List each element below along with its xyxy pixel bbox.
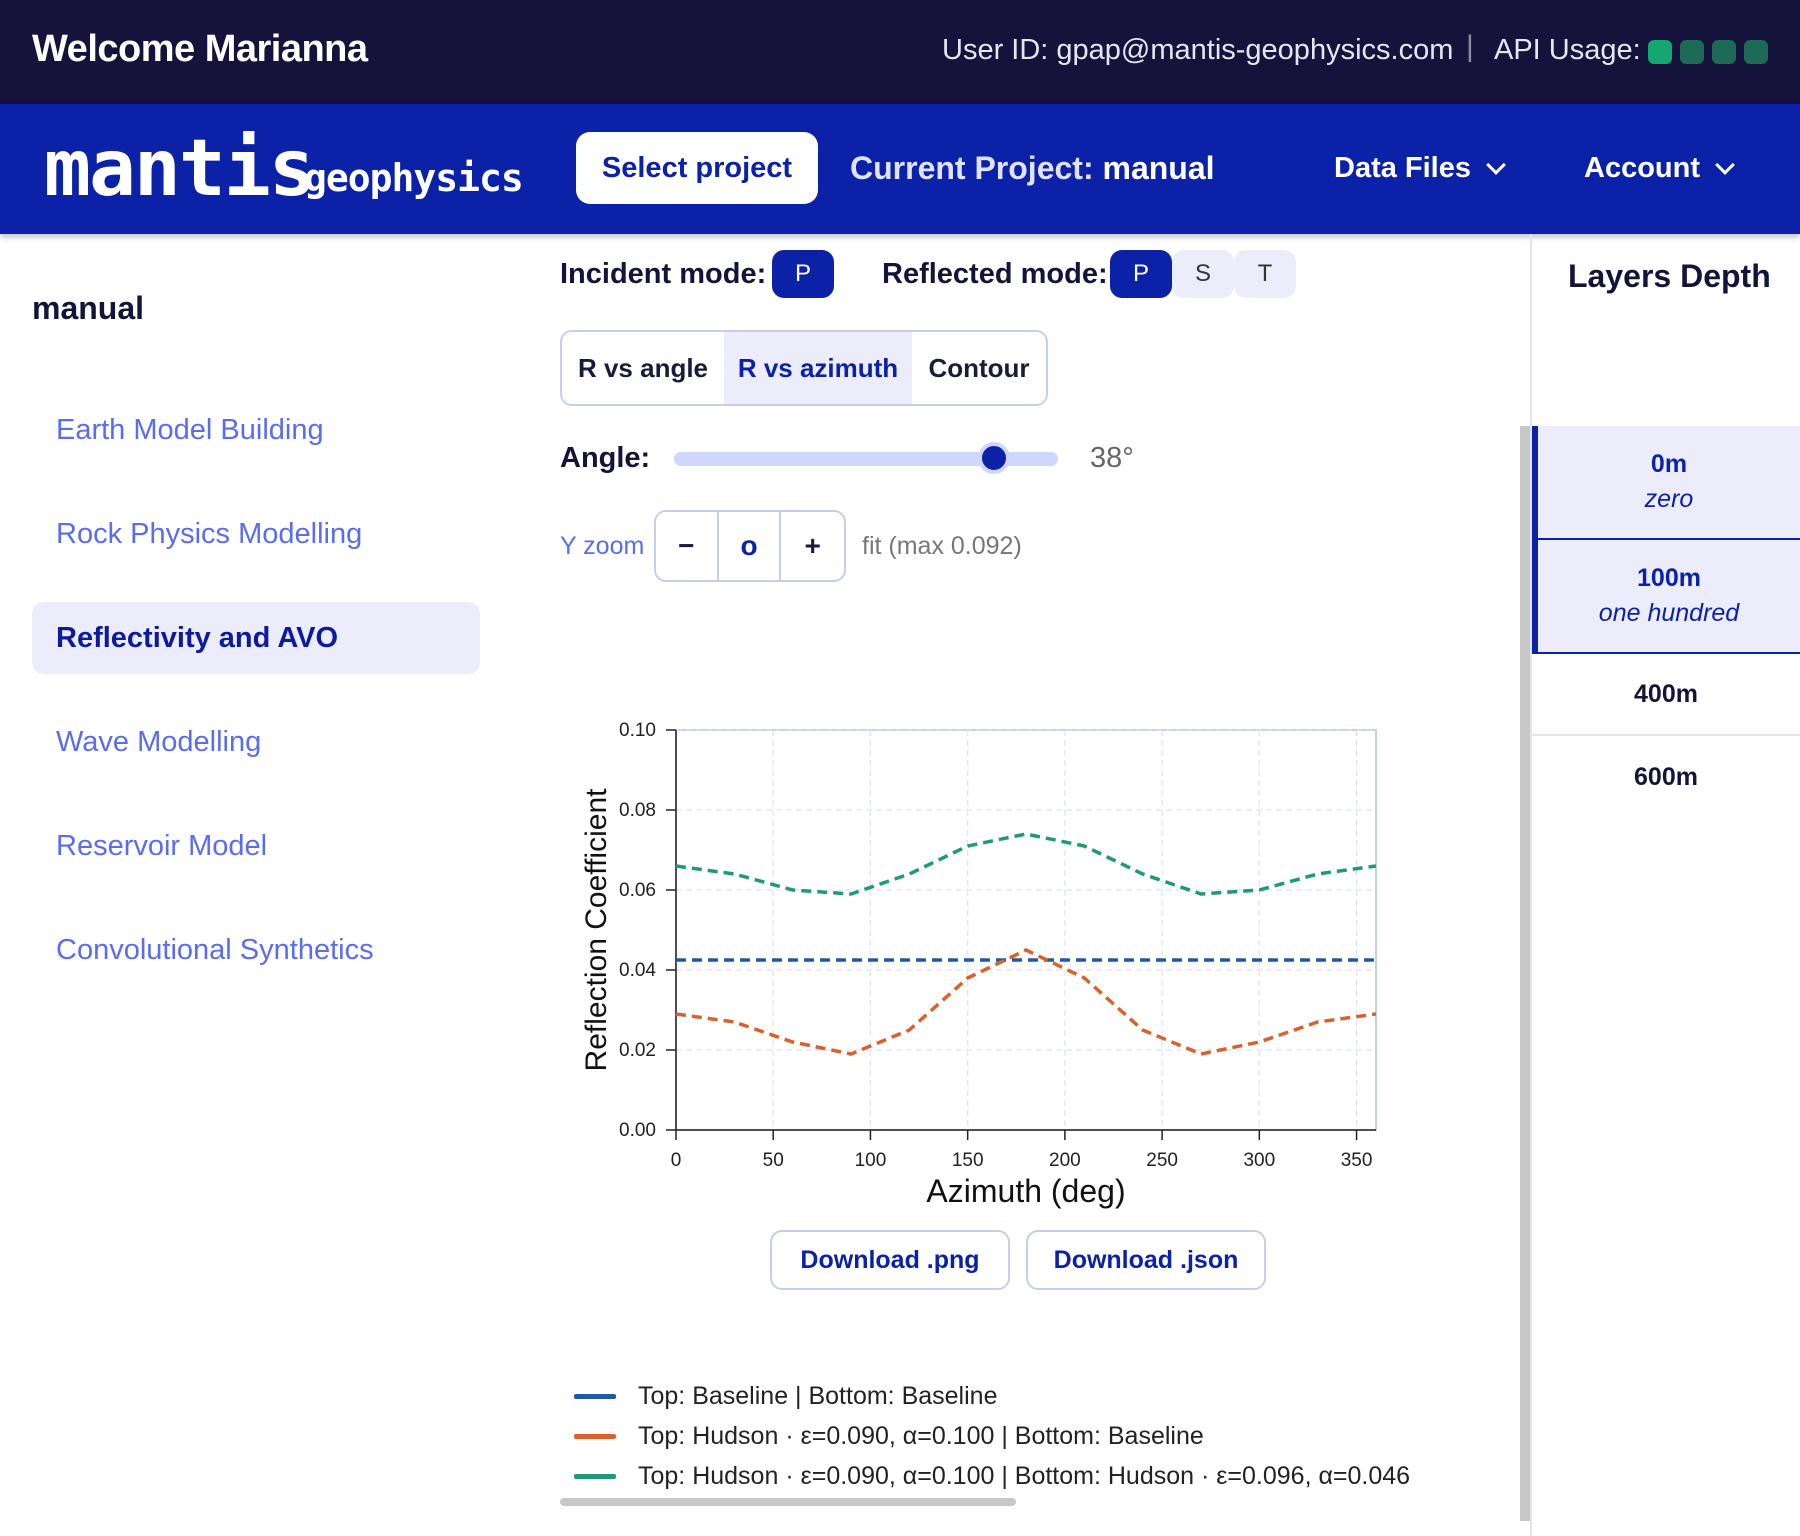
user-id: User ID: gpap@mantis-geophysics.com (942, 34, 1454, 66)
legend-item: Top: Baseline | Bottom: Baseline (574, 1376, 1410, 1416)
tab-r-vs-angle[interactable]: R vs angle (562, 332, 724, 404)
account-menu[interactable]: Account (1584, 152, 1735, 185)
vertical-scrollbar[interactable] (1520, 426, 1530, 1521)
sidebar-project-name: manual (32, 290, 145, 326)
y-tick-label: 0.02 (619, 1040, 656, 1061)
legend-label: Top: Hudson · ε=0.090, α=0.100 | Bottom:… (638, 1461, 1411, 1490)
current-project-label: Current Project: (850, 150, 1094, 186)
divider: | (1466, 30, 1474, 63)
zoom-reset-button[interactable]: o (719, 512, 782, 580)
sidebar-item-reservoir-model[interactable]: Reservoir Model (32, 810, 480, 882)
data-files-menu[interactable]: Data Files (1334, 152, 1506, 185)
layers-depth-title: Layers Depth (1568, 258, 1771, 294)
sidebar-item-wave-modelling[interactable]: Wave Modelling (32, 706, 480, 778)
api-usage-dot (1744, 40, 1768, 64)
zoom-fit-info: fit (max 0.092) (862, 532, 1022, 560)
api-usage-dot (1712, 40, 1736, 64)
legend-label: Top: Hudson · ε=0.090, α=0.100 | Bottom:… (638, 1421, 1204, 1450)
data-files-label: Data Files (1334, 152, 1471, 184)
nav-bar: mantis geophysics Select project Current… (0, 104, 1800, 234)
y-tick-label: 0.00 (619, 1120, 656, 1141)
logo-wordmark[interactable]: mantis (44, 124, 316, 214)
x-tick-label: 200 (1049, 1150, 1081, 1171)
api-usage-indicator (1648, 40, 1768, 64)
sidebar-item-earth-model-building[interactable]: Earth Model Building (32, 394, 480, 466)
x-tick-label: 150 (952, 1150, 984, 1171)
select-project-button[interactable]: Select project (576, 132, 818, 204)
layer-depth: 100m (1637, 564, 1701, 592)
legend-swatch (574, 1433, 616, 1439)
y-zoom-label: Y zoom (560, 532, 645, 560)
y-tick-label: 0.10 (619, 720, 656, 741)
layer-item-400m[interactable]: 400m (1532, 654, 1800, 736)
y-tick-label: 0.08 (619, 800, 656, 821)
api-usage-label: API Usage: (1494, 34, 1641, 66)
reflected-mode-s[interactable]: S (1172, 250, 1234, 298)
chart-svg: 0 50 100 150 200 250 300 350 0.00 0.02 0.04 0.06 0.0… (580, 720, 1377, 1209)
y-tick-label: 0.06 (619, 880, 656, 901)
layers-list: 0m zero 100m one hundred 400m 600m (1532, 426, 1800, 818)
sidebar-item-reflectivity-and-avo[interactable]: Reflectivity and AVO (32, 602, 480, 674)
chart-legend: Top: Baseline | Bottom: Baseline Top: Hu… (574, 1376, 1410, 1496)
account-label: Account (1584, 152, 1700, 184)
zoom-out-button[interactable]: − (656, 512, 719, 580)
current-project-value: manual (1102, 150, 1215, 186)
layer-item-100m[interactable]: 100m one hundred (1532, 540, 1800, 654)
reflected-mode-p[interactable]: P (1110, 250, 1172, 298)
zoom-in-button[interactable]: + (781, 512, 844, 580)
horizontal-scrollbar[interactable] (560, 1498, 1016, 1506)
logo-subtitle: geophysics (304, 156, 524, 200)
legend-item: Top: Hudson · ε=0.090, α=0.100 | Bottom:… (574, 1456, 1410, 1496)
api-usage-dot (1648, 40, 1672, 64)
download-json-button[interactable]: Download .json (1026, 1230, 1266, 1290)
x-tick-label: 0 (671, 1150, 682, 1171)
angle-slider-handle[interactable] (978, 442, 1010, 474)
legend-label: Top: Baseline | Bottom: Baseline (638, 1381, 998, 1410)
chevron-down-icon (1715, 154, 1735, 175)
y-axis-label: Reflection Coefficient (580, 788, 613, 1072)
layer-item-600m[interactable]: 600m (1532, 736, 1800, 818)
incident-mode-label: Incident mode: (560, 258, 767, 290)
sidebar-item-rock-physics-modelling[interactable]: Rock Physics Modelling (32, 498, 480, 570)
current-project: Current Project: manual (850, 150, 1215, 187)
x-tick-label: 250 (1146, 1150, 1178, 1171)
tab-contour[interactable]: Contour (912, 332, 1046, 404)
view-tabs: R vs angle R vs azimuth Contour (560, 330, 1048, 406)
sidebar-item-convolutional-synthetics[interactable]: Convolutional Synthetics (32, 914, 480, 986)
legend-swatch (574, 1393, 616, 1399)
welcome-text: Welcome Marianna (32, 28, 368, 70)
y-zoom-controls: − o + (654, 510, 846, 582)
angle-value: 38° (1090, 442, 1134, 474)
chevron-down-icon (1486, 154, 1506, 175)
layer-depth: 600m (1634, 762, 1698, 791)
reflected-mode-t[interactable]: T (1234, 250, 1296, 298)
layer-name: zero (1644, 485, 1694, 513)
reflected-mode-label: Reflected mode: (882, 258, 1108, 290)
x-axis-label: Azimuth (deg) (926, 1173, 1125, 1209)
layer-depth: 400m (1634, 679, 1698, 708)
legend-swatch (574, 1473, 616, 1479)
layer-depth: 0m (1650, 450, 1688, 478)
layer-item-0m[interactable]: 0m zero (1532, 426, 1800, 540)
y-tick-label: 0.04 (619, 960, 656, 981)
incident-mode-p[interactable]: P (772, 250, 834, 298)
x-tick-label: 50 (763, 1150, 784, 1171)
download-png-button[interactable]: Download .png (770, 1230, 1010, 1290)
api-usage-dot (1680, 40, 1704, 64)
legend-item: Top: Hudson · ε=0.090, α=0.100 | Bottom:… (574, 1416, 1410, 1456)
x-tick-label: 100 (855, 1150, 887, 1171)
layer-name: one hundred (1598, 599, 1740, 627)
x-tick-label: 350 (1341, 1150, 1373, 1171)
tab-r-vs-azimuth[interactable]: R vs azimuth (724, 332, 912, 404)
x-tick-label: 300 (1243, 1150, 1275, 1171)
angle-label: Angle: (560, 442, 651, 474)
plot-area (675, 729, 1377, 1131)
reflection-chart: 0 50 100 150 200 250 300 350 0.00 0.02 0.04 0.06 0.0… (560, 700, 1440, 1220)
top-bar: Welcome Marianna User ID: gpap@mantis-ge… (0, 0, 1800, 104)
